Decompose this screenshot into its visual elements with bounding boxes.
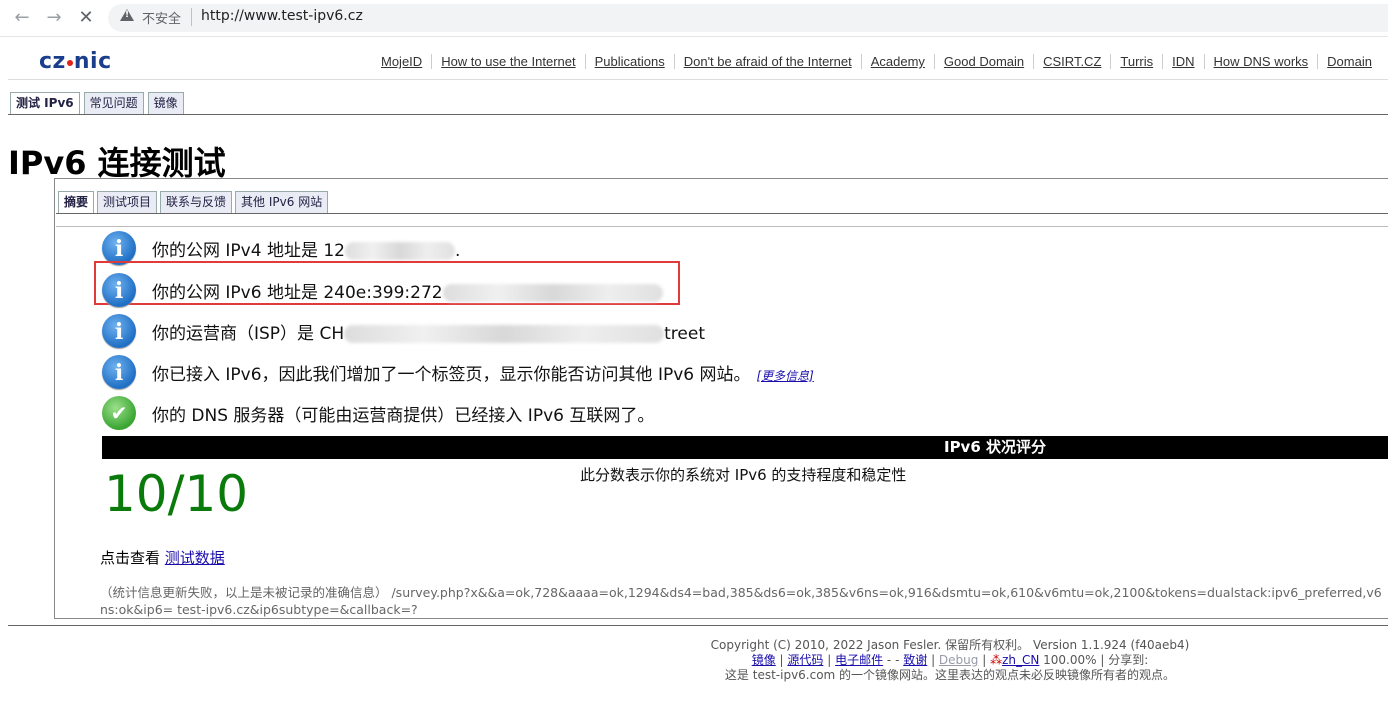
ipv6-tab-text: 你已接入 IPv6，因此我们增加了一个标签页，显示你能否访问其他 IPv6 网站… xyxy=(152,360,814,385)
footer-locale-link[interactable]: zh_CN xyxy=(1002,653,1039,667)
ipv4-suffix: . xyxy=(455,240,461,261)
footer-mirror-link[interactable]: 镜像 xyxy=(752,653,776,667)
nav-turris[interactable]: Turris xyxy=(1110,54,1163,69)
tab-other-ipv6-sites[interactable]: 其他 IPv6 网站 xyxy=(235,191,329,214)
ipv6-label: 你的公网 IPv6 地址是 240e:399:272 xyxy=(152,282,443,303)
logo-dot xyxy=(66,60,73,66)
dns-text: 你的 DNS 服务器（可能由运营商提供）已经接入 IPv6 互联网了。 xyxy=(152,405,655,426)
dns-row: ✔ 你的 DNS 服务器（可能由运营商提供）已经接入 IPv6 互联网了。 xyxy=(102,396,654,430)
url-text[interactable]: http://www.test-ipv6.cz xyxy=(201,8,363,24)
tabs-divider xyxy=(8,114,1388,115)
nav-publications[interactable]: Publications xyxy=(584,54,674,69)
stats-text: （统计信息更新失败，以上是未被记录的准确信息） /survey.php?x&&a… xyxy=(100,585,1382,617)
nav-good-domain[interactable]: Good Domain xyxy=(933,54,1034,69)
view-data-line: 点击查看 测试数据 xyxy=(100,547,225,568)
isp-text: 你的运营商（ISP）是 CH treet xyxy=(152,319,705,344)
footer-source-link[interactable]: 源代码 xyxy=(787,653,823,667)
isp-row: i 你的运营商（ISP）是 CH treet xyxy=(102,314,705,348)
info-icon: i xyxy=(102,231,136,265)
tab-contact[interactable]: 联系与反馈 xyxy=(160,191,233,214)
tab-test-ipv6[interactable]: 测试 IPv6 xyxy=(10,92,80,115)
top-navigation: MojeID How to use the Internet Publication… xyxy=(372,54,1381,69)
logo-part2: nic xyxy=(73,49,112,74)
info-icon: i xyxy=(102,355,136,389)
nav-dont-be-afraid[interactable]: Don't be afraid of the Internet xyxy=(673,54,861,69)
footer-share: 分享到: xyxy=(1108,653,1149,667)
header-divider xyxy=(8,79,1388,80)
address-separator xyxy=(191,8,192,26)
locale-flag-icon: ⁂ xyxy=(990,653,1003,667)
browser-toolbar: ← → ✕ 不安全 http://www.test-ipv6.cz xyxy=(0,0,1388,37)
redacted-ipv6 xyxy=(442,283,663,302)
panel-tabs: 摘要 测试项目 联系与反馈 其他 IPv6 网站 xyxy=(58,191,329,214)
footer-dash: - xyxy=(883,653,896,667)
top-tabs: 测试 IPv6 常见问题 镜像 xyxy=(10,92,184,115)
ipv6-tab-message: 你已接入 IPv6，因此我们增加了一个标签页，显示你能否访问其他 IPv6 网站… xyxy=(152,364,751,385)
score-value: 10/10 xyxy=(104,465,249,523)
ipv6-text: 你的公网 IPv6 地址是 240e:399:272 xyxy=(152,278,663,303)
cznic-logo[interactable]: cz nic xyxy=(39,49,112,74)
footer-zoom: 100.00% xyxy=(1043,653,1097,667)
info-icon: i xyxy=(102,314,136,348)
isp-suffix: treet xyxy=(664,323,705,344)
tab-summary[interactable]: 摘要 xyxy=(58,191,95,214)
ipv6-tab-row: i 你已接入 IPv6，因此我们增加了一个标签页，显示你能否访问其他 IPv6 … xyxy=(102,355,814,389)
ipv4-label: 你的公网 IPv4 地址是 12 xyxy=(152,240,345,261)
score-header-text: IPv6 状况评分 xyxy=(943,438,1046,456)
back-arrow-icon[interactable]: ← xyxy=(10,6,34,30)
nav-how-dns-works[interactable]: How DNS works xyxy=(1203,54,1318,69)
ipv4-row: i 你的公网 IPv4 地址是 12. xyxy=(102,231,460,265)
nav-csirt[interactable]: CSIRT.CZ xyxy=(1033,54,1111,69)
more-info-link[interactable]: [更多信息] xyxy=(757,369,814,383)
panel-inner-divider xyxy=(56,226,1388,227)
footer-debug-link[interactable]: Debug xyxy=(939,653,978,667)
ipv6-row: i 你的公网 IPv6 地址是 240e:399:272 xyxy=(102,273,663,307)
nav-idn[interactable]: IDN xyxy=(1162,54,1204,69)
nav-mojeid[interactable]: MojeID xyxy=(372,54,431,69)
footer: Copyright (C) 2010, 2022 Jason Fesler. 保… xyxy=(700,638,1200,683)
nav-how-to-use-internet[interactable]: How to use the Internet xyxy=(431,54,585,69)
nav-domain[interactable]: Domain xyxy=(1317,54,1381,69)
tab-mirrors[interactable]: 镜像 xyxy=(147,92,184,115)
tab-tests-run[interactable]: 测试项目 xyxy=(97,191,158,214)
view-data-prefix: 点击查看 xyxy=(100,549,165,567)
tab-faq[interactable]: 常见问题 xyxy=(83,92,144,115)
footer-thanks-link[interactable]: 致谢 xyxy=(903,653,927,667)
forward-arrow-icon[interactable]: → xyxy=(42,6,66,30)
logo-part1: cz xyxy=(39,49,66,74)
panel-tabs-divider xyxy=(56,213,1388,214)
copyright-text: Copyright (C) 2010, 2022 Jason Fesler. 保… xyxy=(710,638,1190,652)
checkmark-icon: ✔ xyxy=(102,396,136,430)
footer-email-link[interactable]: 电子邮件 xyxy=(835,653,883,667)
footer-links: 镜像 | 源代码 | 电子邮件 - - 致谢 | Debug | ⁂zh_CN … xyxy=(751,653,1149,667)
redacted-isp xyxy=(344,324,665,343)
test-data-link[interactable]: 测试数据 xyxy=(165,549,225,567)
nav-academy[interactable]: Academy xyxy=(860,54,934,69)
info-icon: i xyxy=(102,273,136,307)
redacted-ipv4 xyxy=(345,241,455,260)
footer-divider xyxy=(8,625,1388,626)
stop-loading-icon[interactable]: ✕ xyxy=(74,6,98,30)
insecure-label[interactable]: 不安全 xyxy=(142,8,181,27)
mirror-note: 这是 test-ipv6.com 的一个镜像网站。这里表达的观点未必反映镜像所有… xyxy=(724,668,1176,682)
isp-label: 你的运营商（ISP）是 CH xyxy=(152,323,345,344)
ipv4-text: 你的公网 IPv4 地址是 12. xyxy=(152,236,460,261)
score-header: IPv6 状况评分 xyxy=(102,436,1388,459)
warning-icon[interactable] xyxy=(120,9,134,21)
score-description: 此分数表示你的系统对 IPv6 的支持程度和稳定性 xyxy=(580,466,907,484)
